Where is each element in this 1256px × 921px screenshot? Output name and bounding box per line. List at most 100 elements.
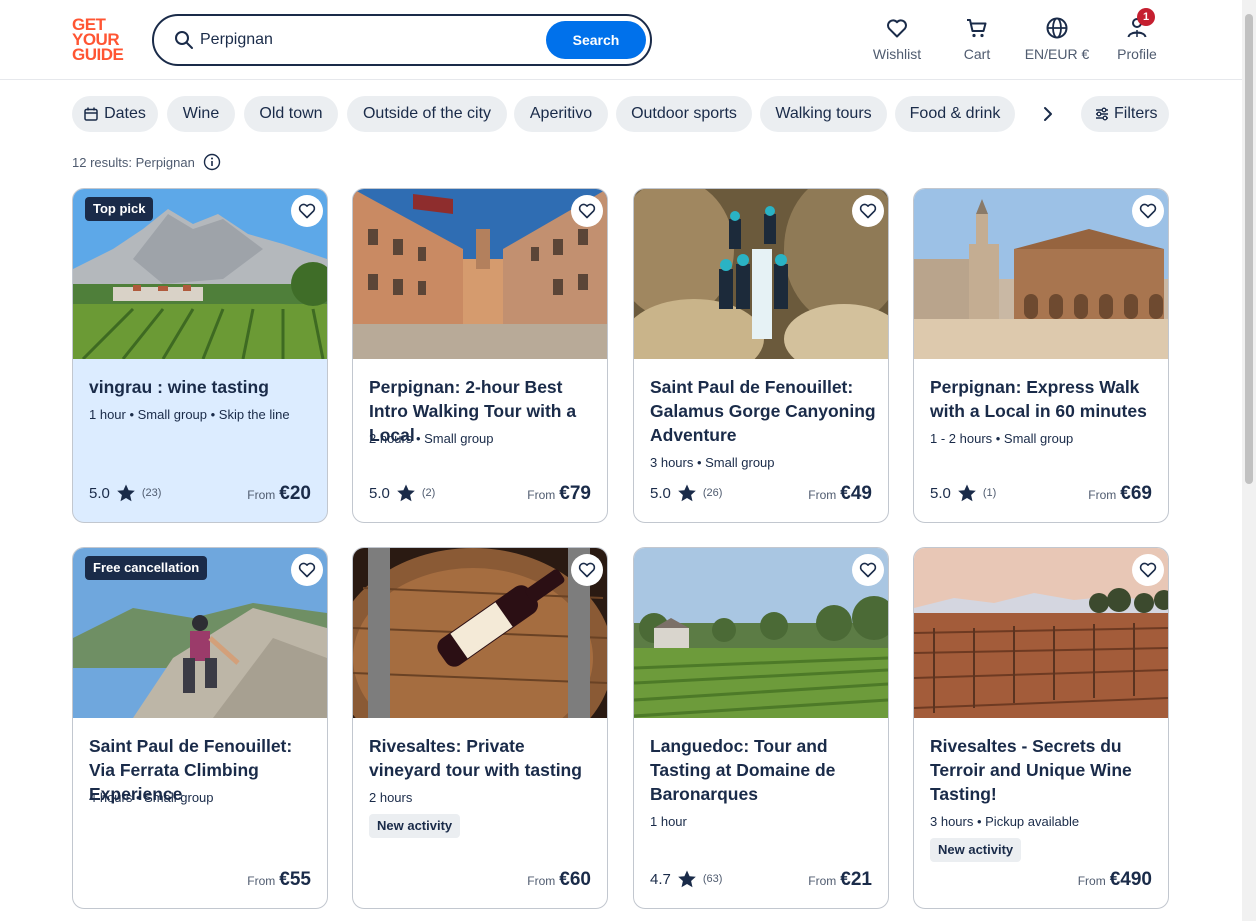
price-from-label: From [527, 488, 556, 502]
price: From €49 [808, 483, 872, 505]
activity-image [353, 548, 607, 718]
activity-image [634, 189, 888, 359]
activity-card[interactable]: Top pick vingrau : wine tasting 1 hour •… [72, 188, 328, 523]
activity-meta: 4 hours • Small group [89, 790, 214, 805]
chip-food-drink[interactable]: Food & drink [895, 96, 1015, 132]
activity-image [914, 548, 1168, 718]
chip-outside-city[interactable]: Outside of the city [347, 96, 507, 132]
globe-icon [1046, 17, 1068, 39]
profile-label: Profile [1117, 46, 1157, 62]
heart-icon [578, 203, 596, 219]
activity-card[interactable]: Saint Paul de Fenouillet: Galamus Gorge … [633, 188, 889, 523]
heart-icon [887, 19, 907, 38]
search-button[interactable]: Search [546, 21, 646, 59]
results-count: 12 results: Perpignan [72, 154, 195, 170]
activity-title[interactable]: vingrau : wine tasting [89, 375, 315, 399]
activity-meta: 1 hour • Small group • Skip the line [89, 407, 290, 422]
info-icon[interactable] [203, 153, 221, 171]
activity-image [634, 548, 888, 718]
activity-meta: 2 hours • Small group [369, 431, 494, 446]
rating-value: 5.0 [650, 484, 671, 502]
wishlist-toggle[interactable] [852, 195, 884, 227]
price-from-label: From [808, 874, 837, 888]
heart-icon [859, 562, 877, 578]
price: From €20 [247, 483, 311, 505]
activity-title[interactable]: Languedoc: Tour and Tasting at Domaine d… [650, 734, 876, 806]
rating-value: 4.7 [650, 870, 671, 888]
activity-title[interactable]: Rivesaltes: Private vineyard tour with t… [369, 734, 595, 782]
search-input[interactable] [200, 27, 540, 53]
activity-card[interactable]: Perpignan: 2-hour Best Intro Walking Tou… [352, 188, 608, 523]
price: From €79 [527, 483, 591, 505]
filters-button[interactable]: Filters [1081, 96, 1169, 132]
chip-outdoor-sports[interactable]: Outdoor sports [616, 96, 752, 132]
scrollbar-thumb[interactable] [1245, 14, 1253, 484]
free-cancellation-badge: Free cancellation [85, 556, 208, 580]
review-count: (26) [702, 487, 723, 499]
chip-dates-label: Dates [104, 105, 146, 122]
header: GET YOUR GUIDE Search Wishlist Cart EN/E… [0, 0, 1242, 80]
chip-old-town[interactable]: Old town [244, 96, 338, 132]
price-from-label: From [808, 488, 837, 502]
price: From €490 [1078, 869, 1152, 891]
logo-line-3: GUIDE [72, 45, 124, 64]
wishlist-toggle[interactable] [1132, 195, 1164, 227]
activity-meta: 3 hours • Small group [650, 455, 775, 470]
wishlist-toggle[interactable] [571, 554, 603, 586]
price-value: €55 [279, 869, 311, 890]
review-count: (63) [702, 873, 723, 885]
language-currency-nav[interactable]: EN/EUR € [1023, 16, 1091, 64]
activity-card[interactable]: Languedoc: Tour and Tasting at Domaine d… [633, 547, 889, 909]
cart-nav[interactable]: Cart [957, 16, 997, 64]
new-activity-badge: New activity [369, 814, 461, 838]
activity-card[interactable]: Rivesaltes: Private vineyard tour with t… [352, 547, 608, 909]
price-value: €20 [279, 483, 311, 504]
price: From €60 [527, 869, 591, 891]
activity-card[interactable]: Perpignan: Express Walk with a Local in … [913, 188, 1169, 523]
chip-aperitivo[interactable]: Aperitivo [514, 96, 608, 132]
heart-icon [298, 203, 316, 219]
search-icon [175, 31, 193, 49]
activity-meta: 1 - 2 hours • Small group [930, 431, 1074, 446]
activity-meta: 1 hour [650, 814, 687, 829]
getyourguide-logo[interactable]: GET YOUR GUIDE [72, 16, 132, 64]
price: From €69 [1088, 483, 1152, 505]
wishlist-nav[interactable]: Wishlist [872, 16, 922, 64]
wishlist-toggle[interactable] [852, 554, 884, 586]
profile-nav[interactable]: 1 Profile [1114, 8, 1160, 64]
chip-walking-tours[interactable]: Walking tours [760, 96, 887, 132]
wishlist-label: Wishlist [872, 46, 922, 62]
chip-dates[interactable]: Dates [72, 96, 158, 132]
activity-card[interactable]: Rivesaltes - Secrets du Terroir and Uniq… [913, 547, 1169, 909]
chip-wine[interactable]: Wine [167, 96, 235, 132]
new-activity-badge: New activity [930, 838, 1022, 862]
price-from-label: From [1088, 488, 1117, 502]
activity-title[interactable]: Saint Paul de Fenouillet: Galamus Gorge … [650, 375, 876, 447]
chips-next-button[interactable] [1036, 96, 1060, 132]
price-from-label: From [1077, 874, 1106, 888]
calendar-icon [84, 107, 98, 121]
wishlist-toggle[interactable] [571, 195, 603, 227]
page-scrollbar[interactable] [1242, 0, 1256, 921]
review-count: (2) [421, 487, 436, 499]
wishlist-toggle[interactable] [291, 195, 323, 227]
price-value: €490 [1109, 869, 1152, 890]
results-summary: 12 results: Perpignan [72, 153, 221, 171]
filters-label: Filters [1114, 105, 1158, 122]
activity-title[interactable]: Rivesaltes - Secrets du Terroir and Uniq… [930, 734, 1156, 806]
price: From €55 [247, 869, 311, 891]
price-value: €79 [559, 483, 591, 504]
activity-card[interactable]: Free cancellation Saint Paul de Fenouill… [72, 547, 328, 909]
top-pick-badge: Top pick [85, 197, 154, 221]
filter-chips: Dates Wine Old town Outside of the city … [72, 96, 1172, 132]
price-from-label: From [247, 874, 276, 888]
price-value: €60 [559, 869, 591, 890]
rating: 5.0 (1) [930, 483, 996, 503]
wishlist-toggle[interactable] [291, 554, 323, 586]
star-icon [958, 484, 976, 502]
wishlist-toggle[interactable] [1132, 554, 1164, 586]
cart-icon [967, 19, 987, 38]
star-icon [397, 484, 415, 502]
activity-title[interactable]: Perpignan: Express Walk with a Local in … [930, 375, 1156, 423]
activity-meta: 3 hours • Pickup available [930, 814, 1080, 829]
